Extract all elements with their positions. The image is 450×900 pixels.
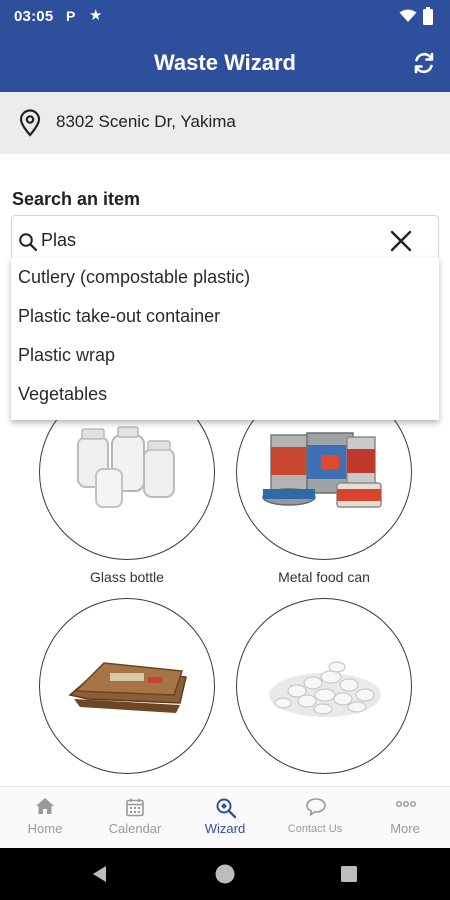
nav-label: Wizard: [204, 821, 246, 836]
suggestion-item[interactable]: Plastic wrap: [18, 345, 115, 366]
nav-wizard[interactable]: Wizard: [180, 787, 270, 849]
parking-icon: P: [66, 8, 76, 24]
nav-home[interactable]: Home: [0, 787, 90, 849]
search-icon: [19, 233, 38, 252]
calendar-icon: [126, 798, 144, 817]
app-bar: Waste Wizard: [0, 34, 450, 92]
search-value[interactable]: Plas: [41, 230, 76, 251]
home-icon: [36, 798, 54, 814]
wifi-icon: [399, 9, 417, 22]
item-label: Glass bottle: [90, 569, 164, 585]
bottom-nav: Home Calendar Wizard Contact Us More: [0, 786, 450, 848]
suggestions-dropdown: Cutlery (compostable plastic) Plastic ta…: [11, 258, 439, 420]
address-text: 8302 Scenic Dr, Yakima: [56, 112, 236, 131]
nav-label: Calendar: [108, 821, 162, 836]
app-title: Waste Wizard: [153, 50, 296, 75]
suggestion-item[interactable]: Plastic take-out container: [18, 306, 220, 327]
back-icon[interactable]: [90, 864, 110, 884]
battery-icon: [423, 7, 433, 25]
close-icon[interactable]: [390, 230, 412, 252]
status-time: 03:05: [14, 8, 54, 25]
status-bar: 03:05 P ★: [0, 0, 450, 34]
flattened-cardboard-image: [68, 662, 187, 713]
nav-label: Contact Us: [287, 823, 343, 835]
recents-icon[interactable]: [340, 865, 358, 883]
packing-peanuts-image: [269, 661, 381, 717]
address-bar[interactable]: 8302 Scenic Dr, Yakima: [0, 92, 450, 154]
home-circle-icon[interactable]: [214, 863, 236, 885]
nav-contact-us[interactable]: Contact Us: [270, 787, 360, 849]
item-packing-peanuts[interactable]: [236, 598, 412, 774]
wizard-search-icon: [216, 798, 237, 819]
item-cardboard[interactable]: [39, 598, 215, 774]
suggestion-item[interactable]: Cutlery (compostable plastic): [18, 267, 250, 288]
nav-calendar[interactable]: Calendar: [90, 787, 180, 849]
suggestion-item[interactable]: Vegetables: [18, 384, 107, 405]
nav-label: Home: [27, 821, 63, 836]
item-label: Metal food can: [278, 569, 370, 585]
more-icon: [395, 800, 417, 808]
search-label: Search an item: [12, 189, 141, 209]
location-pin-icon: [19, 109, 41, 137]
nav-label: More: [390, 821, 420, 836]
star-icon: ★: [89, 7, 103, 24]
nav-more[interactable]: More: [360, 787, 450, 849]
chat-icon: [306, 798, 326, 816]
system-nav-bar: [0, 848, 450, 900]
refresh-icon[interactable]: [411, 50, 437, 76]
